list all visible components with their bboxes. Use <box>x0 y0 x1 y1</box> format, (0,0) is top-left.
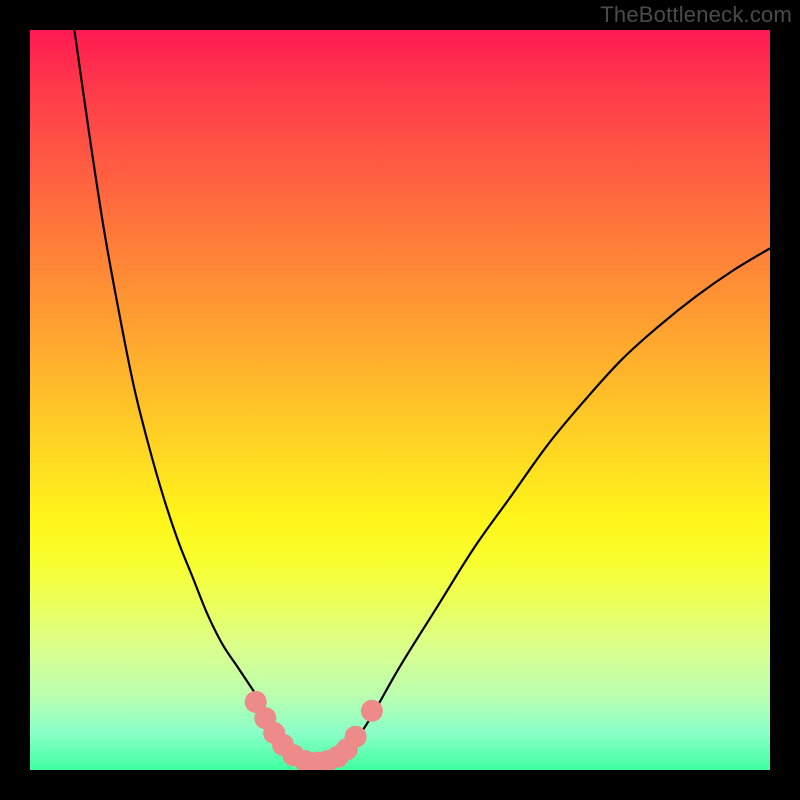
chart-frame: TheBottleneck.com <box>0 0 800 800</box>
data-marker <box>361 700 383 722</box>
curve-layer <box>74 30 770 763</box>
chart-svg <box>30 30 770 770</box>
bottleneck-curve <box>74 30 770 763</box>
marker-layer <box>245 691 383 770</box>
plot-area <box>30 30 770 770</box>
watermark-text: TheBottleneck.com <box>600 2 792 28</box>
data-marker <box>345 726 367 748</box>
